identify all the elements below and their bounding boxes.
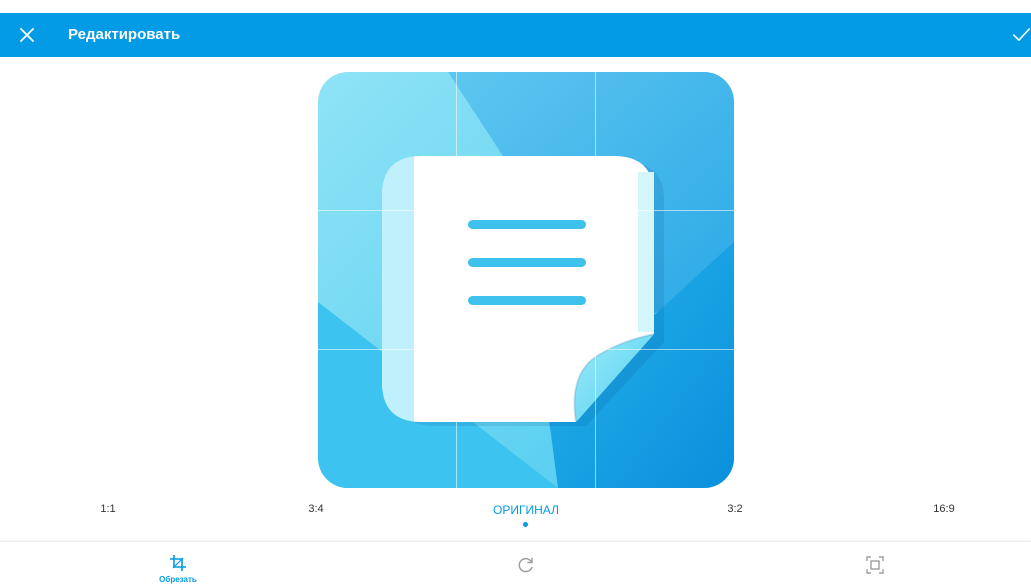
crop-tool-label: Обрезать (159, 575, 197, 584)
ratio-option-3-2[interactable]: 3:2 (727, 503, 742, 515)
page-title: Редактировать (68, 26, 181, 43)
status-strip (0, 0, 1031, 13)
crop-grid-line (318, 349, 734, 350)
crop-frame[interactable] (318, 72, 734, 488)
ratio-option-original[interactable]: ОРИГИНАЛ (493, 503, 559, 517)
ratio-option-1-1[interactable]: 1:1 (100, 503, 115, 515)
crop-grid-line (318, 210, 734, 211)
image-editor-screen: Редактировать 1:1 3:4 ОРИГИНАЛ 3:2 16:9 … (0, 0, 1031, 588)
app-bar: Редактировать (0, 13, 1031, 57)
fit-screen-icon (866, 556, 884, 574)
crop-grid-line (456, 72, 457, 488)
editor-canvas (0, 57, 1031, 495)
ratio-option-3-4[interactable]: 3:4 (308, 503, 323, 515)
crop-tool-button[interactable]: Обрезать (118, 542, 238, 588)
rotate-icon (518, 557, 533, 573)
bottom-toolbar: Обрезать (0, 541, 1031, 588)
selected-indicator-dot (523, 522, 528, 527)
close-button[interactable] (14, 22, 40, 48)
ratio-option-16-9[interactable]: 16:9 (933, 503, 954, 515)
rotate-tool-button[interactable] (466, 542, 586, 588)
fit-tool-button[interactable] (815, 542, 935, 588)
check-icon (1012, 28, 1031, 41)
confirm-button[interactable] (1012, 22, 1031, 48)
notes-app-icon-image (318, 72, 734, 488)
close-icon (20, 28, 34, 42)
crop-icon (170, 555, 186, 571)
crop-grid-line (595, 72, 596, 488)
aspect-ratio-selector: 1:1 3:4 ОРИГИНАЛ 3:2 16:9 (0, 495, 1031, 533)
